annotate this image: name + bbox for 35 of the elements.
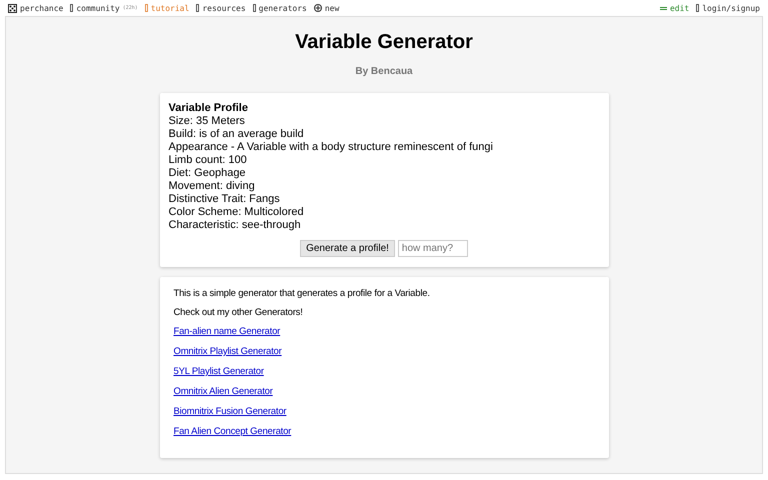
info-paragraph: Check out my other Generators!: [174, 307, 304, 318]
generator-link[interactable]: Omnitrix Alien Generator: [174, 386, 273, 397]
generator-link[interactable]: Fan Alien Concept Generator: [174, 426, 292, 437]
box-icon: [144, 4, 148, 12]
page-title: Variable Generator: [295, 31, 473, 54]
profile-line: Movement: diving: [168, 180, 256, 193]
profile-line: Distinctive Trait: Fangs: [168, 193, 281, 206]
generator-link[interactable]: Fan-alien name Generator: [174, 326, 280, 337]
box-icon: [252, 4, 256, 12]
profile-line: Characteristic: see-through: [168, 219, 302, 232]
nav-link[interactable]: edit: [660, 4, 690, 12]
nav-link[interactable]: generators: [252, 4, 307, 12]
add-icon: [314, 4, 322, 12]
box-icon: [696, 4, 700, 12]
generate-button[interactable]: Generate a profile!: [300, 240, 395, 257]
box-icon: [196, 4, 200, 12]
count-field[interactable]: how many?: [398, 240, 468, 257]
nav-link[interactable]: resources: [196, 4, 246, 12]
profile-line: Appearance - A Variable with a body structure reminescent of fungi: [168, 141, 494, 154]
profile-line: Diet: Geophage: [168, 167, 247, 180]
profile-line: Color Scheme: Multicolored: [168, 206, 305, 219]
dice-icon: [8, 4, 17, 12]
nav-link[interactable]: login/signup: [696, 4, 760, 12]
generator-link[interactable]: Omnitrix Playlist Generator: [174, 346, 282, 357]
info-paragraph: This is a simple generator that generates a profile for a Variable.: [174, 288, 431, 299]
generator-link[interactable]: 5YL Playlist Generator: [174, 366, 264, 377]
profile-line: Build: is of an average build: [168, 128, 305, 141]
author-byline: By Bencaua: [355, 66, 413, 77]
box-icon: [70, 4, 74, 12]
profile-line: Limb count: 100: [168, 154, 248, 167]
profile-line: Size: 35 Meters: [168, 115, 246, 128]
profile-heading: Variable Profile: [168, 102, 249, 115]
nav-link[interactable]: new: [314, 4, 340, 12]
nav-link[interactable]: perchance: [8, 4, 64, 12]
generator-link[interactable]: Biomnitrix Fusion Generator: [174, 406, 286, 417]
